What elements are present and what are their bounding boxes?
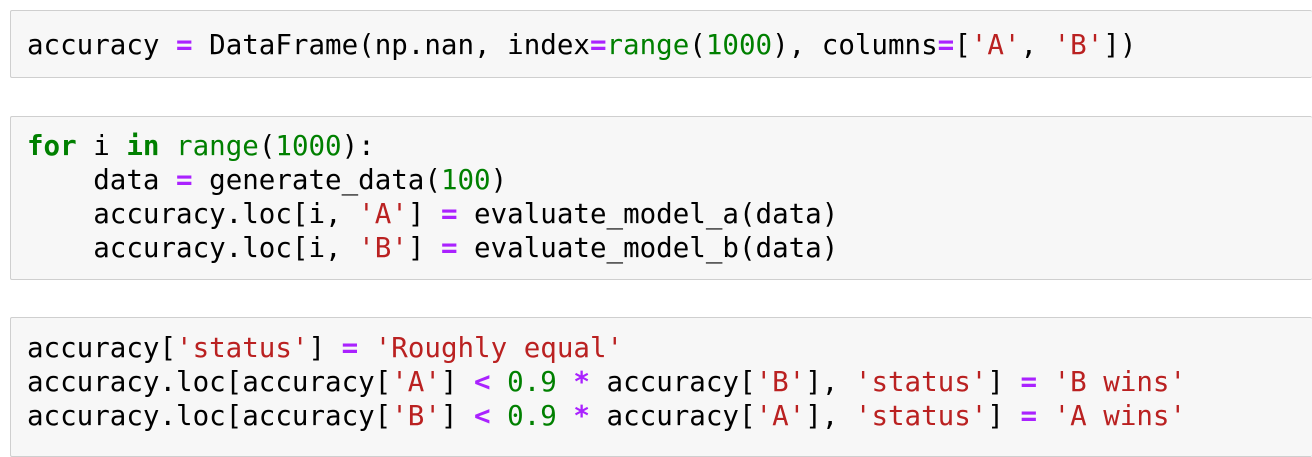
code-token: ]: [987, 366, 1021, 398]
code-token: 0.9: [507, 400, 557, 432]
code-token: =: [176, 164, 193, 196]
code-line: accuracy['status'] = 'Roughly equal': [27, 331, 1186, 365]
code-token: DataFrame(np.nan, index: [192, 29, 590, 61]
code-token: ): [490, 164, 508, 196]
code-token: =: [937, 29, 955, 61]
code-token: ):: [341, 130, 375, 162]
code-cell-3-source[interactable]: accuracy['status'] = 'Roughly equal' accu…: [27, 331, 1186, 433]
code-token: <: [474, 366, 491, 398]
code-token: =: [1020, 400, 1038, 432]
code-line: accuracy.loc[accuracy['A'] < 0.9 * accur…: [27, 365, 1186, 399]
code-token: =: [440, 198, 458, 230]
code-line: for i in range(1000):: [27, 129, 838, 163]
code-token: ]: [407, 198, 441, 230]
code-token: accuracy.loc[i,: [27, 198, 359, 230]
code-token: i: [76, 130, 127, 162]
code-token: 'status': [854, 400, 988, 432]
code-token: 1000: [705, 29, 773, 61]
code-cell-2-source[interactable]: for i in range(1000): data = generate_da…: [27, 129, 838, 265]
code-token: <: [474, 400, 491, 432]
code-token: 'A': [970, 29, 1021, 61]
code-token: 'status': [854, 366, 988, 398]
code-token: 'A': [755, 400, 806, 432]
code-token: ],: [805, 400, 855, 432]
code-token: accuracy: [27, 29, 177, 61]
code-token: 0.9: [507, 366, 557, 398]
code-token: *: [573, 366, 590, 398]
code-token: evaluate_model_b(data): [457, 232, 839, 264]
code-token: (: [258, 130, 276, 162]
code-token: 100: [440, 164, 491, 196]
code-token: accuracy.loc[accuracy[: [27, 366, 392, 398]
code-line: accuracy = DataFrame(np.nan, index=range…: [27, 28, 1136, 62]
code-token: *: [573, 400, 590, 432]
code-token: (: [689, 29, 706, 61]
code-token: =: [341, 332, 359, 364]
code-token: ]: [407, 232, 441, 264]
code-cell-3[interactable]: accuracy['status'] = 'Roughly equal' accu…: [10, 317, 1312, 457]
code-token: generate_data(: [192, 164, 441, 196]
code-cell-1-source[interactable]: accuracy = DataFrame(np.nan, index=range…: [27, 28, 1136, 62]
code-line: accuracy.loc[accuracy['B'] < 0.9 * accur…: [27, 399, 1186, 433]
code-token: ]: [440, 400, 475, 432]
code-token: =: [176, 29, 193, 61]
code-token: ]: [440, 366, 475, 398]
code-token: 'Roughly equal': [374, 332, 624, 364]
code-token: 'A wins': [1053, 400, 1187, 432]
code-token: range: [176, 130, 259, 162]
code-line: accuracy.loc[i, 'A'] = evaluate_model_a(…: [27, 197, 838, 231]
code-token: evaluate_model_a(data): [457, 198, 839, 230]
code-token: accuracy[: [27, 332, 177, 364]
code-token: accuracy.loc[accuracy[: [27, 400, 392, 432]
code-token: 'B': [391, 400, 441, 432]
code-token: in: [126, 130, 160, 162]
code-token: accuracy[: [589, 400, 756, 432]
code-token: 'status': [176, 332, 309, 364]
code-token: 'B wins': [1053, 366, 1187, 398]
code-token: 1000: [275, 130, 342, 162]
code-token: ]: [308, 332, 342, 364]
code-token: accuracy.loc[i,: [27, 232, 359, 264]
code-token: 'B': [755, 366, 806, 398]
code-line: data = generate_data(100): [27, 163, 838, 197]
code-token: 'B': [358, 232, 408, 264]
code-line: accuracy.loc[i, 'B'] = evaluate_model_b(…: [27, 231, 838, 265]
code-token: ,: [1020, 29, 1054, 61]
code-token: =: [589, 29, 607, 61]
code-token: data: [27, 164, 177, 196]
code-token: ],: [805, 366, 855, 398]
code-token: ), columns: [772, 29, 938, 61]
code-token: =: [440, 232, 458, 264]
code-token: accuracy[: [589, 366, 756, 398]
code-token: 'A': [391, 366, 441, 398]
code-token: range: [606, 29, 690, 61]
code-token: [: [954, 29, 971, 61]
code-cell-2[interactable]: for i in range(1000): data = generate_da…: [10, 116, 1312, 280]
code-token: ]: [987, 400, 1021, 432]
code-token: ]): [1103, 29, 1137, 61]
code-token: =: [1020, 366, 1038, 398]
code-token: 'B': [1053, 29, 1104, 61]
code-cell-1[interactable]: accuracy = DataFrame(np.nan, index=range…: [10, 10, 1312, 78]
code-token: for: [27, 130, 77, 162]
code-token: 'A': [358, 198, 408, 230]
